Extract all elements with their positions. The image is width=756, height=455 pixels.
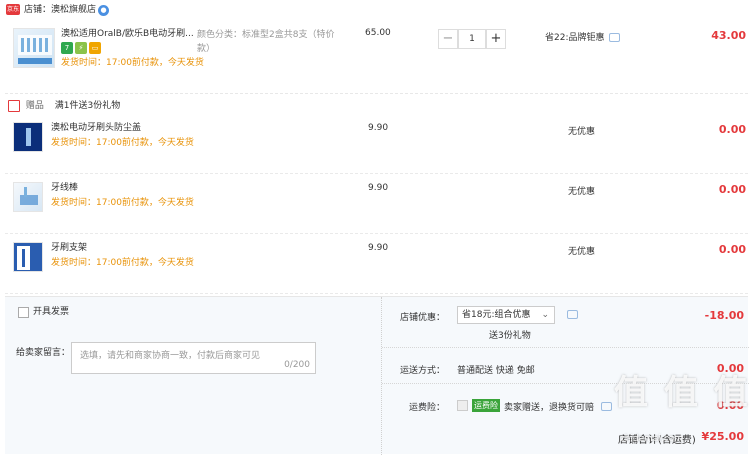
comment-icon[interactable] <box>567 310 578 319</box>
discount-label: 无优惠 <box>568 187 596 197</box>
site-watermark-url: zhidemai.com <box>620 434 684 444</box>
message-counter: 0/200 <box>284 360 310 370</box>
gift-item-row: 牙刷支架 发货时间：17:00前付款，今天发货 9.90 无优惠 0.00 <box>5 234 748 294</box>
gift-rule: 满1件送3份礼物 <box>54 101 121 111</box>
ship-time: 发货时间：17:00前付款，今天发货 <box>51 258 194 268</box>
shop-discount-value: 省18元:组合优惠 <box>462 310 531 320</box>
gift-name-link[interactable]: 澳松电动牙刷头防尘盖 <box>51 122 141 135</box>
gift-thumbnail[interactable] <box>13 182 43 212</box>
gift-item-row: 牙线棒 发货时间：17:00前付款，今天发货 9.90 无优惠 0.00 <box>5 174 748 234</box>
ship-time: 发货时间：17:00前付款，今天发货 <box>51 138 194 148</box>
floss-pick-image <box>20 187 38 205</box>
product-spec: 颜色分类：标准型2盒共8支（特价款） <box>197 30 335 54</box>
shipping-label: 运送方式： <box>400 366 446 376</box>
invoice-checkbox[interactable] <box>18 307 29 318</box>
item-sum: 43.00 <box>711 29 746 42</box>
comment-icon[interactable] <box>609 33 620 42</box>
shop-discount-select[interactable]: 省18元:组合优惠 ⌄ <box>457 306 555 324</box>
shipping-method: 普通配送 快递 免邮 <box>457 366 535 376</box>
insurance-tag: 运费险 <box>472 399 500 412</box>
gift-header: 赠品 满1件送3份礼物 <box>8 99 120 113</box>
tag-fast-icon: ⚡ <box>75 42 87 54</box>
shop-name-link[interactable]: 店铺：澳松旗舰店 <box>24 4 96 16</box>
unit-price: 65.00 <box>365 28 391 38</box>
tag-card-icon: ▭ <box>89 42 101 54</box>
chevron-down-icon: ⌄ <box>541 310 549 320</box>
shop-discount-amount: -18.00 <box>704 309 744 322</box>
product-tags: 7 ⚡ ▭ <box>61 42 103 54</box>
product-name-link[interactable]: 澳松适用OralB/欧乐B电动牙刷... <box>61 28 196 41</box>
message-label: 给卖家留言： <box>16 348 71 358</box>
subtotal-amount: ¥25.00 <box>701 430 744 443</box>
quantity-stepper: − 1 + <box>438 29 506 49</box>
tag-7day-icon: 7 <box>61 42 73 54</box>
quantity-input[interactable]: 1 <box>458 29 486 49</box>
product-thumbnail[interactable] <box>13 28 55 68</box>
site-watermark: 值 值 值 <box>614 373 750 413</box>
dust-cover-image <box>26 128 31 146</box>
shop-badge: 京东 <box>6 4 20 15</box>
gift-icon <box>8 99 20 112</box>
item-sum: 0.00 <box>718 183 746 196</box>
chat-bubble-icon[interactable]: ● <box>98 5 109 16</box>
gift-name-link[interactable]: 牙线棒 <box>51 182 78 195</box>
shop-discount-label: 店铺优惠： <box>400 313 446 323</box>
increase-button[interactable]: + <box>486 29 506 49</box>
gift-thumbnail[interactable] <box>13 242 43 272</box>
gift-thumbnail[interactable] <box>13 122 43 152</box>
item-sum: 0.00 <box>718 243 746 256</box>
gift-label: 赠品 <box>25 101 44 111</box>
insurance-desc: 卖家赠送，退换货可赔 <box>504 403 595 413</box>
gift-item-row: 澳松电动牙刷头防尘盖 发货时间：17:00前付款，今天发货 9.90 无优惠 0… <box>5 114 748 174</box>
discount-label: 省22:品牌钜惠 <box>545 33 605 43</box>
main-item-row: 澳松适用OralB/欧乐B电动牙刷... 7 ⚡ ▭ 发货时间：17:00前付款，今… <box>5 20 748 94</box>
comment-icon[interactable] <box>601 402 612 411</box>
discount-label: 无优惠 <box>568 247 596 257</box>
discount-label: 无优惠 <box>568 127 596 137</box>
toothbrush-heads-image <box>18 35 52 64</box>
gift-name-link[interactable]: 牙刷支架 <box>51 242 87 255</box>
item-sum: 0.00 <box>718 123 746 136</box>
decrease-button[interactable]: − <box>438 29 458 49</box>
brush-holder-image <box>17 246 30 270</box>
message-placeholder: 选填，请先和商家协商一致，付款后商家可见 <box>80 351 261 361</box>
invoice-label: 开具发票 <box>33 307 70 317</box>
insurance-label: 运费险： <box>409 403 446 413</box>
unit-price: 9.90 <box>368 183 389 193</box>
unit-price: 9.90 <box>368 243 389 253</box>
seller-message-textarea[interactable]: 选填，请先和商家协商一致，付款后商家可见 0/200 <box>71 342 316 374</box>
unit-price: 9.90 <box>368 123 389 133</box>
insurance-checkbox[interactable] <box>457 400 468 411</box>
ship-time: 发货时间：17:00前付款，今天发货 <box>51 198 194 208</box>
ship-time: 发货时间：17:00前付款，今天发货 <box>61 58 204 68</box>
shop-discount-gift: 送3份礼物 <box>489 331 531 341</box>
